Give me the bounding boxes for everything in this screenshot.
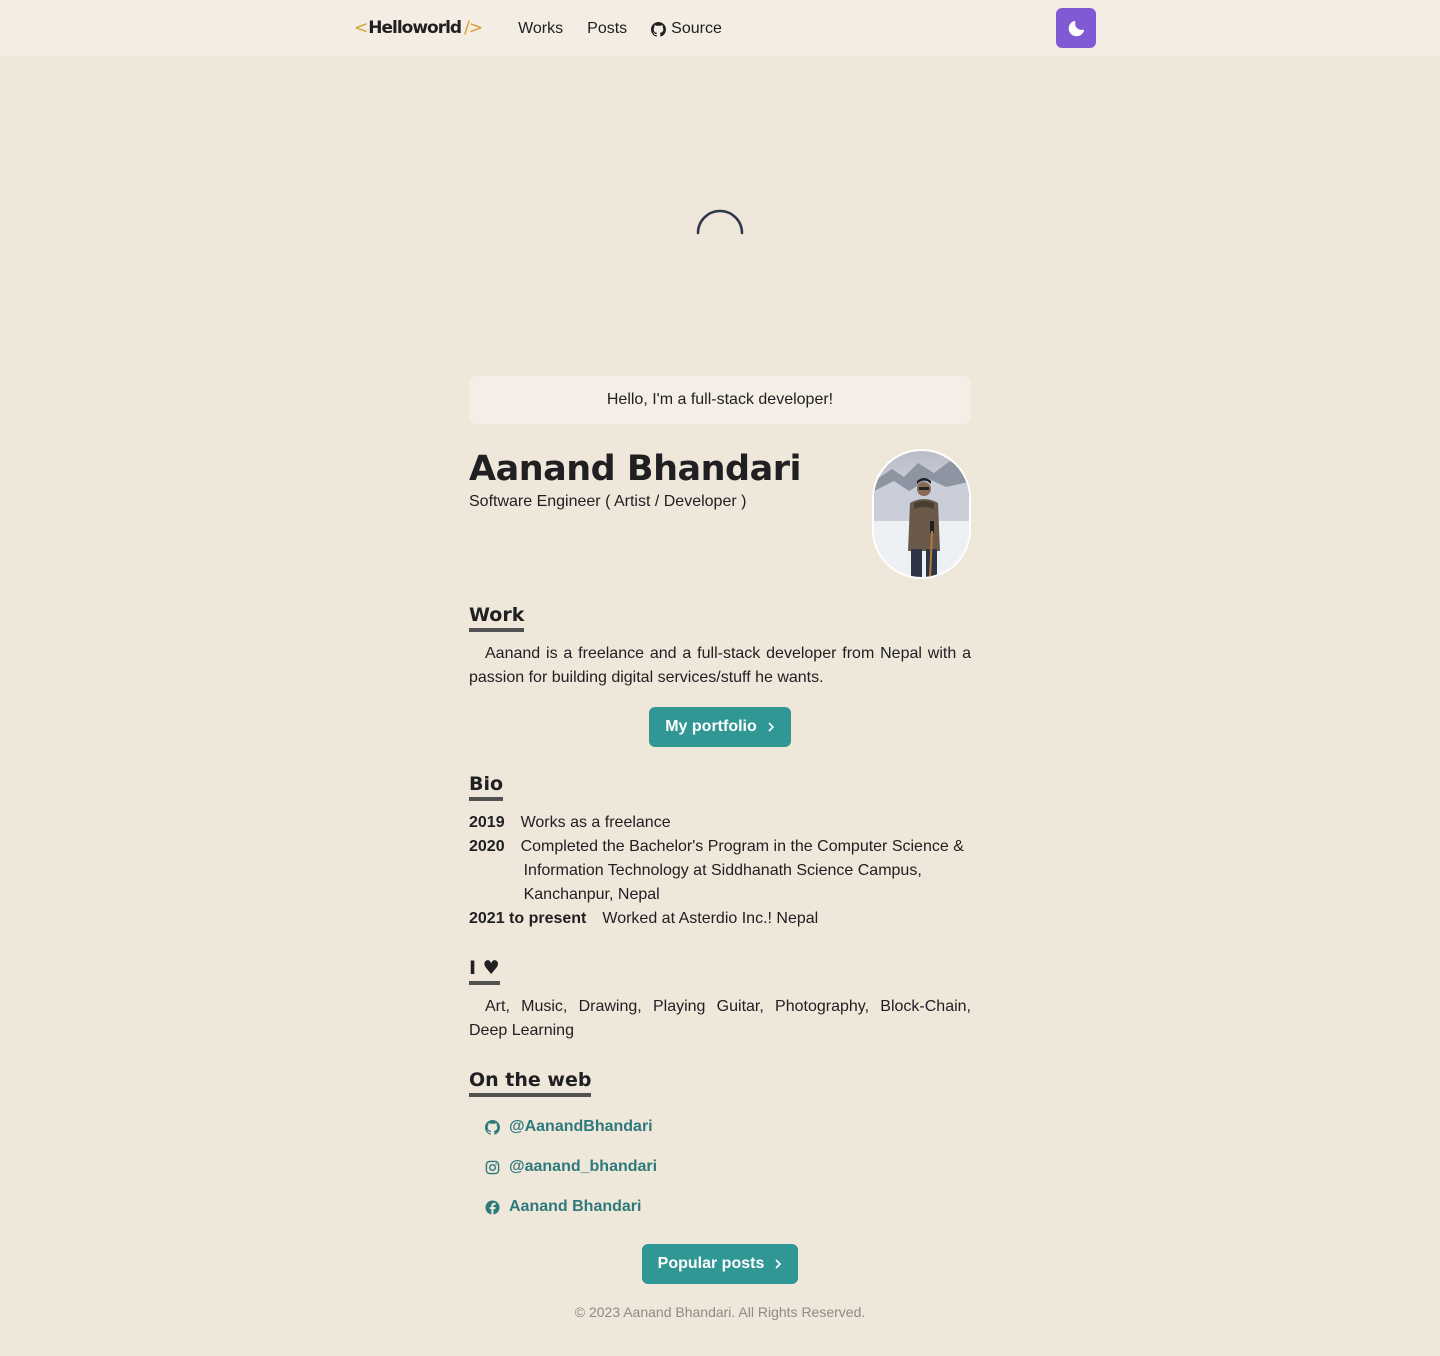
profile-photo <box>874 451 969 577</box>
bio-section: Bio 2019 Works as a freelance 2020 Compl… <box>469 771 971 931</box>
bio-text: Worked at Asterdio Inc.! Nepal <box>602 910 819 927</box>
work-section: Work Aanand is a freelance and a full-st… <box>469 602 971 747</box>
bio-year: 2021 to present <box>469 910 587 927</box>
portfolio-button[interactable]: My portfolio <box>649 707 791 747</box>
site-logo[interactable]: < Helloworld /> <box>344 0 483 56</box>
loading-spinner-icon <box>696 209 744 235</box>
popular-posts-button[interactable]: Popular posts <box>641 1244 799 1284</box>
nav-link-works[interactable]: Works <box>518 18 563 38</box>
work-description: Aanand is a freelance and a full-stack d… <box>469 645 971 686</box>
avatar <box>872 449 971 579</box>
logo-close-bracket: /> <box>464 18 483 38</box>
profile-header: Aanand Bhandari Software Engineer ( Arti… <box>469 448 971 580</box>
bio-heading: Bio <box>469 771 504 801</box>
social-section: On the web @AanandBhandari @aanand_bhand… <box>469 1067 971 1284</box>
facebook-link[interactable]: Aanand Bhandari <box>469 1187 971 1227</box>
page-title: Aanand Bhandari <box>469 449 801 489</box>
greeting-banner: Hello, I'm a full-stack developer! <box>469 376 971 424</box>
theme-toggle-button[interactable] <box>1056 8 1096 48</box>
instagram-icon <box>485 1160 500 1174</box>
nav-link-source[interactable]: Source <box>651 18 722 38</box>
github-handle: @AanandBhandari <box>509 1118 653 1135</box>
instagram-handle: @aanand_bhandari <box>509 1158 658 1175</box>
profile-role: Software Engineer ( Artist / Developer ) <box>469 493 747 510</box>
bio-year: 2019 <box>469 814 505 831</box>
chevron-right-icon <box>775 1259 782 1269</box>
interests-heading: I ♥ <box>469 955 500 985</box>
interests-text: Art, Music, Drawing, Playing Guitar, Pho… <box>469 998 971 1039</box>
work-heading: Work <box>469 602 525 632</box>
facebook-name: Aanand Bhandari <box>509 1198 642 1215</box>
bio-text: Works as a freelance <box>520 814 671 831</box>
navbar-inner: < Helloworld /> Works Posts Source <box>344 0 1096 56</box>
navbar: < Helloworld /> Works Posts Source <box>0 0 1440 56</box>
github-icon <box>651 21 667 37</box>
github-link[interactable]: @AanandBhandari <box>469 1107 971 1147</box>
instagram-link[interactable]: @aanand_bhandari <box>469 1147 971 1187</box>
portfolio-button-label: My portfolio <box>665 718 757 735</box>
bio-entry: 2020 Completed the Bachelor's Program in… <box>469 835 971 907</box>
chevron-right-icon <box>768 722 774 732</box>
nav-link-posts[interactable]: Posts <box>587 18 627 38</box>
facebook-icon <box>485 1199 500 1215</box>
main-content: Hello, I'm a full-stack developer! Aanan… <box>469 376 971 1284</box>
bio-year: 2020 <box>469 838 505 855</box>
github-icon <box>485 1119 500 1135</box>
bio-entry: 2021 to present Worked at Asterdio Inc.!… <box>469 907 971 931</box>
bio-text: Completed the Bachelor's Program in the … <box>520 838 964 903</box>
logo-word: Helloworld <box>368 18 462 38</box>
moon-icon <box>1068 20 1084 36</box>
logo-open-bracket: < <box>354 18 368 38</box>
social-heading: On the web <box>469 1067 592 1097</box>
interests-section: I ♥ Art, Music, Drawing, Playing Guitar,… <box>469 955 971 1043</box>
popular-posts-label: Popular posts <box>657 1255 765 1272</box>
nav-source-label: Source <box>671 20 722 37</box>
bio-entry: 2019 Works as a freelance <box>469 811 971 835</box>
footer-copyright: © 2023 Aanand Bhandari. All Rights Reser… <box>574 1304 866 1320</box>
